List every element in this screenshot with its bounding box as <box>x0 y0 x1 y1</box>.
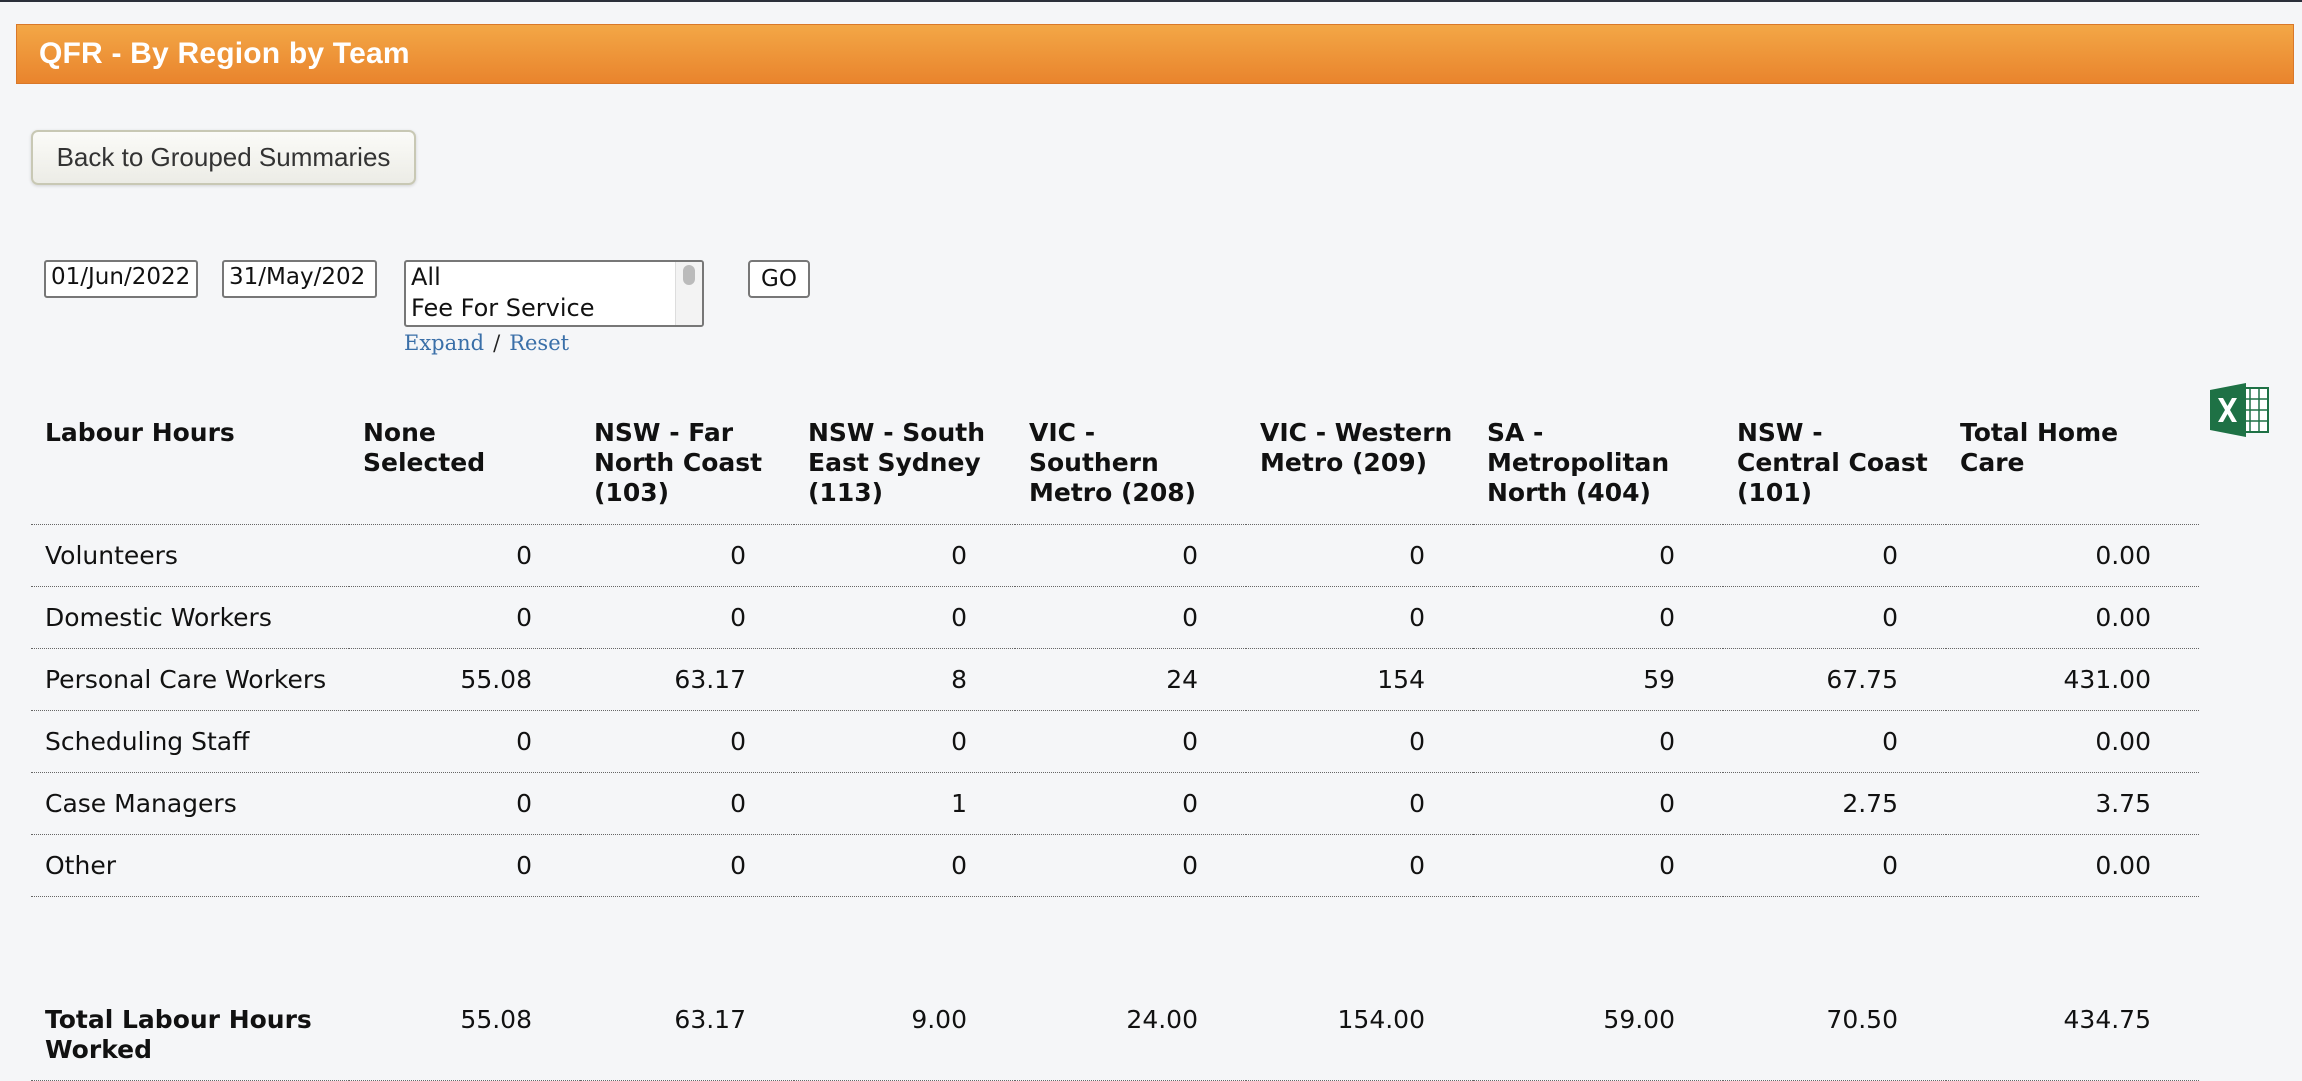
row-label: Volunteers <box>31 524 349 587</box>
table-cell: 55.08 <box>349 648 580 711</box>
table-cell: 0 <box>1723 710 1946 773</box>
reset-link[interactable]: Reset <box>509 331 569 355</box>
total-row: Total Labour Hours Worked 55.08 63.17 9.… <box>31 989 2199 1081</box>
table-cell: 0 <box>1246 834 1473 897</box>
table-cell: 0 <box>794 710 1015 773</box>
page-header: QFR - By Region by Team <box>16 24 2294 84</box>
listbox-option-fee-for-service[interactable]: Fee For Service <box>406 293 702 324</box>
table-cell: 0 <box>1015 772 1246 835</box>
table-cell: 0 <box>349 586 580 649</box>
table-row: Case Managers 0 0 1 0 0 0 2.75 3.75 <box>31 772 2199 835</box>
excel-icon[interactable] <box>2208 380 2272 440</box>
total-cell: 154.00 <box>1246 989 1473 1081</box>
back-to-grouped-summaries-button[interactable]: Back to Grouped Summaries <box>31 130 416 185</box>
table-cell: 154 <box>1246 648 1473 711</box>
table-cell: 0.00 <box>1946 586 2199 649</box>
column-header: VIC - Southern Metro (208) <box>1015 402 1246 525</box>
row-label: Domestic Workers <box>31 586 349 649</box>
table-cell: 0 <box>1473 524 1723 587</box>
column-header: None Selected <box>349 402 580 525</box>
table-cell: 0 <box>1473 710 1723 773</box>
scrollbar-thumb[interactable] <box>683 265 695 285</box>
listbox-scrollbar[interactable] <box>675 262 702 325</box>
total-cell: 59.00 <box>1473 989 1723 1081</box>
table-cell: 0 <box>1723 586 1946 649</box>
total-cell: 24.00 <box>1015 989 1246 1081</box>
table-cell: 0 <box>349 772 580 835</box>
row-label: Case Managers <box>31 772 349 835</box>
table-cell: 1 <box>794 772 1015 835</box>
table-cell: 0 <box>1723 834 1946 897</box>
table-cell: 0 <box>580 772 794 835</box>
row-label: Other <box>31 834 349 897</box>
table-cell: 0 <box>1015 586 1246 649</box>
table-cell: 0 <box>1473 834 1723 897</box>
column-header: Total Home Care <box>1946 402 2199 525</box>
link-separator: / <box>493 331 501 355</box>
total-label: Total Labour Hours Worked <box>31 989 349 1081</box>
column-header: SA - Metropolitan North (404) <box>1473 402 1723 525</box>
spacer-row <box>31 897 2199 990</box>
end-date-input[interactable]: 31/May/202 <box>222 260 377 298</box>
table-cell: 0 <box>580 834 794 897</box>
table-cell: 0 <box>1473 772 1723 835</box>
table-cell: 8 <box>794 648 1015 711</box>
labour-hours-table: Labour Hours None Selected NSW - Far Nor… <box>31 402 2199 1081</box>
table-cell: 0 <box>794 834 1015 897</box>
table-cell: 59 <box>1473 648 1723 711</box>
table-cell: 0 <box>580 524 794 587</box>
table-cell: 0 <box>1246 710 1473 773</box>
table-cell: 0 <box>349 834 580 897</box>
table-cell: 0 <box>1246 772 1473 835</box>
table-cell: 0 <box>1723 524 1946 587</box>
total-cell: 434.75 <box>1946 989 2199 1081</box>
table-cell: 0.00 <box>1946 834 2199 897</box>
table-cell: 0 <box>1246 586 1473 649</box>
table-cell: 0 <box>1473 586 1723 649</box>
table-cell: 2.75 <box>1723 772 1946 835</box>
table-cell: 0 <box>349 710 580 773</box>
row-label: Scheduling Staff <box>31 710 349 773</box>
column-header: NSW - South East Sydney (113) <box>794 402 1015 525</box>
table-row: Volunteers 0 0 0 0 0 0 0 0.00 <box>31 524 2199 587</box>
table-cell: 0.00 <box>1946 710 2199 773</box>
table-row: Domestic Workers 0 0 0 0 0 0 0 0.00 <box>31 586 2199 649</box>
funding-type-listbox[interactable]: All Fee For Service <box>404 260 704 327</box>
table-row: Other 0 0 0 0 0 0 0 0.00 <box>31 834 2199 897</box>
total-cell: 63.17 <box>580 989 794 1081</box>
table-cell: 67.75 <box>1723 648 1946 711</box>
table-cell: 0 <box>1246 524 1473 587</box>
table-cell: 0 <box>1015 834 1246 897</box>
total-cell: 9.00 <box>794 989 1015 1081</box>
table-cell: 3.75 <box>1946 772 2199 835</box>
column-header: VIC - Western Metro (209) <box>1246 402 1473 525</box>
total-cell: 55.08 <box>349 989 580 1081</box>
table-cell: 431.00 <box>1946 648 2199 711</box>
column-header: NSW - Central Coast (101) <box>1723 402 1946 525</box>
listbox-option-all[interactable]: All <box>406 262 702 293</box>
page-title: QFR - By Region by Team <box>39 37 410 70</box>
start-date-input[interactable]: 01/Jun/2022 <box>44 260 198 298</box>
table-header-row: Labour Hours None Selected NSW - Far Nor… <box>31 402 2199 525</box>
table-cell: 24 <box>1015 648 1246 711</box>
listbox-actions: Expand / Reset <box>404 331 569 355</box>
table-cell: 0 <box>794 586 1015 649</box>
table-cell: 63.17 <box>580 648 794 711</box>
table-cell: 0 <box>794 524 1015 587</box>
table-cell: 0.00 <box>1946 524 2199 587</box>
table-cell: 0 <box>1015 710 1246 773</box>
column-header: Labour Hours <box>31 402 349 525</box>
total-cell: 70.50 <box>1723 989 1946 1081</box>
table-row: Scheduling Staff 0 0 0 0 0 0 0 0.00 <box>31 710 2199 773</box>
table-cell: 0 <box>580 586 794 649</box>
expand-link[interactable]: Expand <box>404 331 484 355</box>
table-cell: 0 <box>349 524 580 587</box>
table-row: Personal Care Workers 55.08 63.17 8 24 1… <box>31 648 2199 711</box>
spacer-cell <box>31 897 2199 990</box>
go-button[interactable]: GO <box>748 260 810 298</box>
table-cell: 0 <box>580 710 794 773</box>
column-header: NSW - Far North Coast (103) <box>580 402 794 525</box>
table-cell: 0 <box>1015 524 1246 587</box>
row-label: Personal Care Workers <box>31 648 349 711</box>
